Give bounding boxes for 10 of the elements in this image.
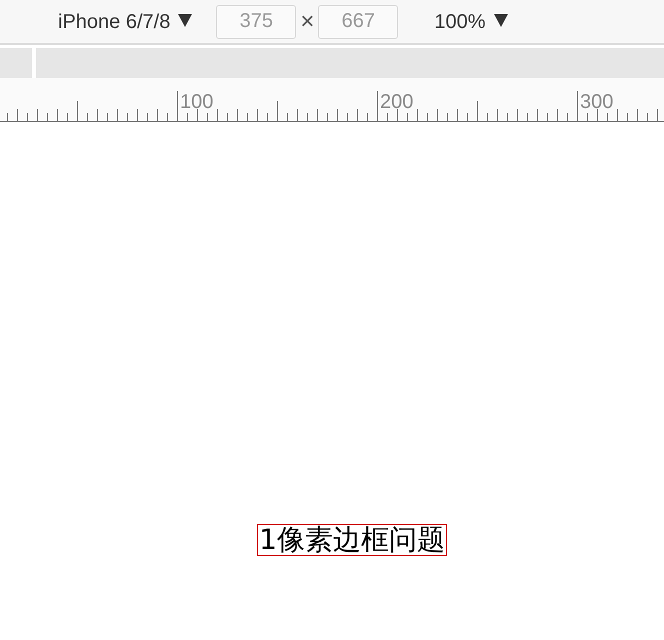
- ruler-label: 100: [180, 91, 214, 113]
- times-sign: ×: [300, 6, 314, 36]
- bordered-heading: 1像素边框问题: [257, 524, 447, 556]
- caret-icon: [494, 14, 508, 26]
- device-dropdown[interactable]: iPhone 6/7/8: [58, 6, 192, 36]
- ruler-label: 300: [580, 91, 614, 113]
- ruler-label: 200: [380, 91, 414, 113]
- zoom-dropdown[interactable]: 100%: [434, 6, 508, 36]
- media-query-bar[interactable]: [0, 48, 664, 78]
- caret-icon: [178, 14, 192, 26]
